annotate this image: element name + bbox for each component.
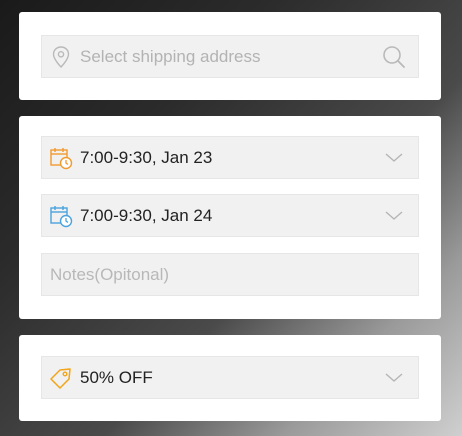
shipping-address-card: Select shipping address — [19, 12, 441, 100]
delivery-time-card: 7:00-9:30, Jan 23 7:00-9:30, Jan 24 Note… — [19, 116, 441, 319]
coupon-label: 50% OFF — [80, 367, 153, 387]
shipping-address-placeholder: Select shipping address — [80, 46, 261, 66]
coupon-select[interactable]: 50% OFF — [41, 356, 419, 399]
notes-field[interactable]: Notes(Opitonal) — [41, 253, 419, 296]
calendar-clock-icon — [48, 145, 74, 171]
location-pin-icon — [48, 44, 74, 70]
calendar-clock-icon — [48, 203, 74, 229]
chevron-down-icon — [380, 202, 408, 230]
chevron-down-icon — [380, 144, 408, 172]
delivery-slot-select-2[interactable]: 7:00-9:30, Jan 24 — [41, 194, 419, 237]
search-icon[interactable] — [380, 43, 408, 71]
delivery-slot-label-2: 7:00-9:30, Jan 24 — [80, 205, 213, 225]
coupon-card: 50% OFF — [19, 335, 441, 421]
delivery-slot-select-1[interactable]: 7:00-9:30, Jan 23 — [41, 136, 419, 179]
shipping-address-field[interactable]: Select shipping address — [41, 35, 419, 78]
chevron-down-icon — [380, 364, 408, 392]
delivery-slot-label-1: 7:00-9:30, Jan 23 — [80, 147, 213, 167]
notes-placeholder: Notes(Opitonal) — [50, 264, 170, 284]
tag-icon — [48, 365, 74, 391]
